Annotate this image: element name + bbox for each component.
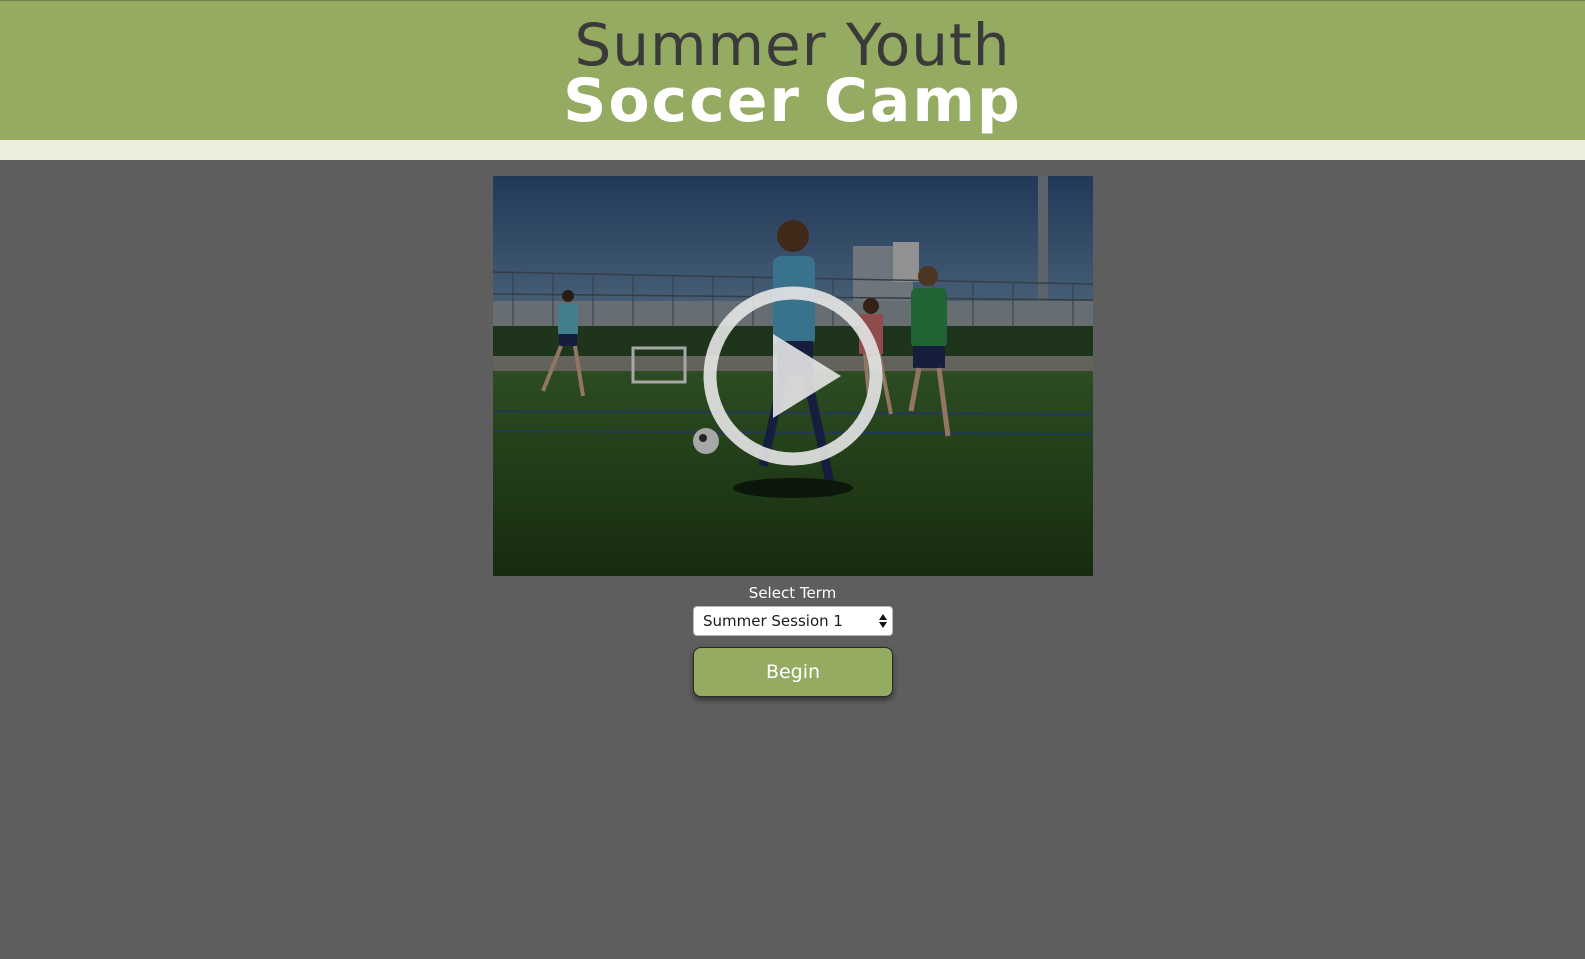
- play-icon[interactable]: [701, 284, 885, 468]
- select-term-label: Select Term: [748, 584, 837, 602]
- term-select[interactable]: Summer Session 1: [693, 606, 893, 636]
- begin-button[interactable]: Begin: [693, 647, 893, 697]
- updown-arrows-icon: [879, 614, 887, 628]
- page-header: Summer Youth Soccer Camp: [0, 0, 1585, 140]
- video-player[interactable]: [493, 176, 1093, 576]
- title-soccer-camp: Soccer Camp: [563, 66, 1022, 136]
- header-stripe: [0, 140, 1585, 160]
- term-select-value: Summer Session 1: [703, 612, 843, 630]
